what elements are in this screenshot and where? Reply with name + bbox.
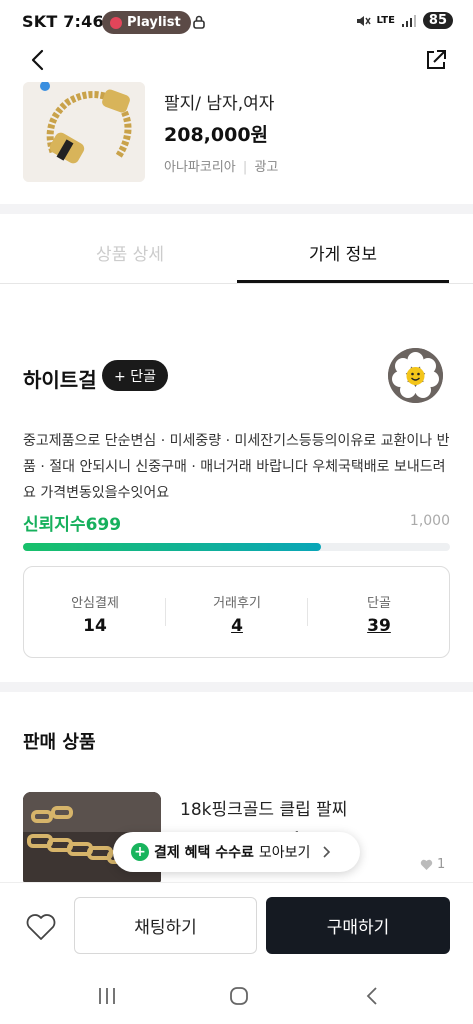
playlist-label: Playlist: [127, 15, 181, 30]
trust-score-label: 신뢰지수: [23, 515, 86, 535]
product-seller: 아나파코리아 | 광고: [164, 156, 278, 175]
product-image[interactable]: [23, 82, 145, 182]
wishlist-heart-icon[interactable]: [24, 910, 58, 944]
chat-button[interactable]: 채팅하기: [74, 897, 257, 954]
buy-button[interactable]: 구매하기: [266, 897, 450, 954]
section-title-for-sale: 판매 상품: [23, 732, 96, 753]
trust-bar-fill: [23, 543, 322, 551]
stat-safe-payment: 안심결제 14: [24, 592, 166, 636]
stat-regulars[interactable]: 단골 39: [308, 592, 450, 636]
nav-back-icon[interactable]: [362, 985, 382, 1007]
stat-reviews[interactable]: 거래후기 4: [166, 592, 308, 636]
seller-name: 아나파코리아: [164, 160, 236, 175]
sale-item-likes: 1: [420, 857, 445, 872]
stat-label: 안심결제: [71, 596, 119, 611]
likes-count: 1: [437, 857, 446, 872]
status-right-icons: LTE 85: [355, 12, 453, 29]
store-name[interactable]: 하이트걸: [23, 364, 97, 393]
tab-divider: [0, 283, 473, 284]
back-arrow-icon[interactable]: [24, 46, 52, 74]
sale-item-title[interactable]: 18k핑크골드 클립 팔찌: [180, 795, 347, 820]
status-bar: SKT 7:46 Playlist LTE 85: [0, 0, 473, 44]
store-description: 중고제품으로 단순변심 · 미세중량 · 미세잔기스등등의이유로 교환이나 반품…: [23, 433, 450, 501]
network-type: LTE: [376, 15, 395, 26]
stat-value-link[interactable]: 4: [166, 616, 308, 636]
promo-bold-text: 결제 혜택 수수료: [154, 845, 254, 861]
seller-divider: |: [242, 160, 248, 175]
status-carrier-time: SKT 7:46: [22, 12, 104, 31]
promo-text: 모아보기: [258, 845, 311, 861]
trust-score-value: 699: [85, 515, 122, 535]
time-text: 7:46: [63, 12, 104, 31]
trust-score-max: 1,000: [409, 513, 450, 529]
home-icon[interactable]: [228, 985, 250, 1007]
section-divider: [0, 682, 473, 692]
heart-icon: [420, 859, 433, 870]
lock-icon: [193, 15, 205, 29]
playlist-indicator[interactable]: Playlist: [102, 11, 191, 34]
product-title[interactable]: 팔지/ 남자,여자: [164, 89, 274, 114]
tab-product-detail[interactable]: 상품 상세: [96, 240, 164, 265]
stat-label: 단골: [367, 596, 391, 611]
chevron-right-icon: [323, 846, 331, 858]
plus-icon: +: [131, 843, 149, 861]
stat-value-link[interactable]: 39: [308, 616, 450, 636]
follow-regular-button[interactable]: + 단골: [102, 360, 168, 391]
share-icon[interactable]: [422, 46, 450, 74]
stat-label: 거래후기: [213, 596, 261, 611]
mute-icon: [356, 15, 371, 26]
trust-score: 신뢰지수699: [23, 510, 121, 535]
tab-store-info[interactable]: 가게 정보: [309, 240, 377, 265]
recent-apps-icon[interactable]: [97, 986, 117, 1006]
stat-value: 14: [83, 616, 107, 636]
payment-benefit-banner[interactable]: + 결제 혜택 수수료 모아보기: [113, 832, 360, 872]
music-icon: [110, 16, 122, 29]
section-divider: [0, 204, 473, 214]
ad-label: 광고: [254, 160, 279, 175]
product-price: 208,000원: [164, 124, 269, 146]
battery-indicator: 85: [422, 12, 453, 29]
store-avatar[interactable]: [388, 348, 443, 403]
carrier-text: SKT: [22, 12, 58, 31]
signal-icon: [401, 14, 416, 27]
